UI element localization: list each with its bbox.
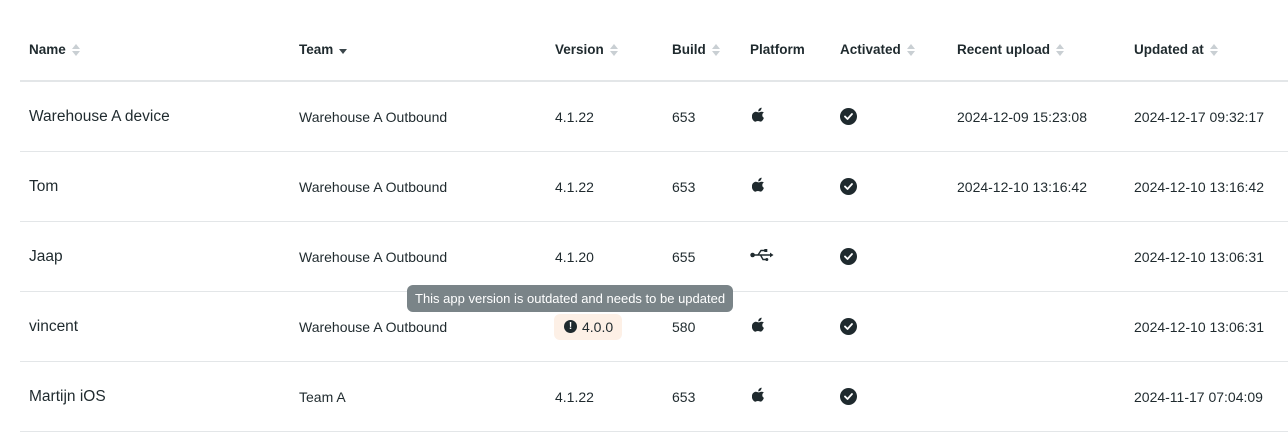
device-name: Martijn iOS: [29, 387, 106, 405]
build: 653: [672, 178, 696, 195]
recent-upload: 2024-12-10 13:16:42: [957, 178, 1087, 195]
build: 655: [672, 248, 696, 265]
sort-icon: [1056, 43, 1065, 57]
activated-cell: [840, 82, 857, 151]
column-header-platform: Platform: [750, 42, 805, 57]
updated-at: 2024-11-17 07:04:09: [1134, 388, 1263, 405]
team-name: Warehouse A Outbound: [299, 248, 448, 265]
check-circle-icon: [840, 248, 857, 265]
column-header-updated-at[interactable]: Updated at: [1134, 42, 1218, 57]
check-circle-icon: [840, 108, 857, 125]
sort-icon: [1209, 43, 1218, 57]
check-circle-icon: [840, 318, 857, 335]
sort-icon: [609, 43, 618, 57]
outdated-version-tooltip: This app version is outdated and needs t…: [407, 285, 734, 312]
table-row[interactable]: Tom Warehouse A Outbound 4.1.22 653 2024…: [20, 152, 1288, 222]
sort-icon: [71, 43, 80, 57]
activated-cell: [840, 362, 857, 431]
activated-cell: [840, 222, 857, 291]
outdated-version-badge[interactable]: ! 4.0.0: [554, 313, 623, 340]
column-header-name[interactable]: Name: [29, 42, 80, 57]
updated-at: 2024-12-10 13:06:31: [1134, 318, 1264, 335]
sort-icon: [906, 43, 915, 57]
check-circle-icon: [840, 388, 857, 405]
sort-icon: [711, 43, 720, 57]
updated-at: 2024-12-17 09:32:17: [1134, 108, 1264, 125]
table-row[interactable]: Martijn iOS Team A 4.1.22 653 2024-11-17…: [20, 362, 1288, 432]
updated-at: 2024-12-10 13:16:42: [1134, 178, 1264, 195]
column-header-version[interactable]: Version: [555, 42, 618, 57]
device-name: vincent: [29, 317, 79, 335]
apple-icon: [751, 177, 766, 196]
table-row[interactable]: Jaap Warehouse A Outbound 4.1.20 655 202…: [20, 222, 1288, 292]
activated-cell: [840, 152, 857, 221]
column-header-activated[interactable]: Activated: [840, 42, 915, 57]
activated-cell: [840, 292, 857, 361]
build: 653: [672, 388, 696, 405]
column-header-build[interactable]: Build: [672, 42, 720, 57]
sort-descending-icon: [339, 48, 348, 54]
team-name: Warehouse A Outbound: [299, 178, 448, 195]
device-name: Warehouse A device: [29, 107, 170, 125]
build: 653: [672, 108, 696, 125]
version: 4.0.0: [582, 318, 614, 335]
platform-cell: [751, 362, 766, 431]
updated-at: 2024-12-10 13:06:31: [1134, 248, 1264, 265]
platform-cell: [751, 292, 766, 361]
apple-icon: [751, 107, 766, 126]
version: 4.1.22: [555, 388, 594, 405]
team-name: Team A: [299, 388, 346, 405]
apple-icon: [751, 387, 766, 406]
usb-icon: [750, 248, 774, 265]
version: 4.1.22: [555, 108, 594, 125]
table-row[interactable]: Warehouse A device Warehouse A Outbound …: [20, 82, 1288, 152]
platform-cell: [751, 82, 766, 151]
exclamation-icon: !: [564, 320, 577, 333]
recent-upload: 2024-12-09 15:23:08: [957, 108, 1087, 125]
column-header-recent-upload[interactable]: Recent upload: [957, 42, 1065, 57]
device-name: Jaap: [29, 247, 63, 265]
platform-cell: [751, 152, 766, 221]
column-header-team[interactable]: Team: [299, 42, 348, 57]
device-name: Tom: [29, 177, 59, 195]
version: 4.1.20: [555, 248, 594, 265]
version: 4.1.22: [555, 178, 594, 195]
apple-icon: [751, 317, 766, 336]
platform-cell: [750, 222, 774, 291]
check-circle-icon: [840, 178, 857, 195]
table-header: Name Team Version Build Platform Activat…: [20, 0, 1288, 82]
team-name: Warehouse A Outbound: [299, 108, 448, 125]
